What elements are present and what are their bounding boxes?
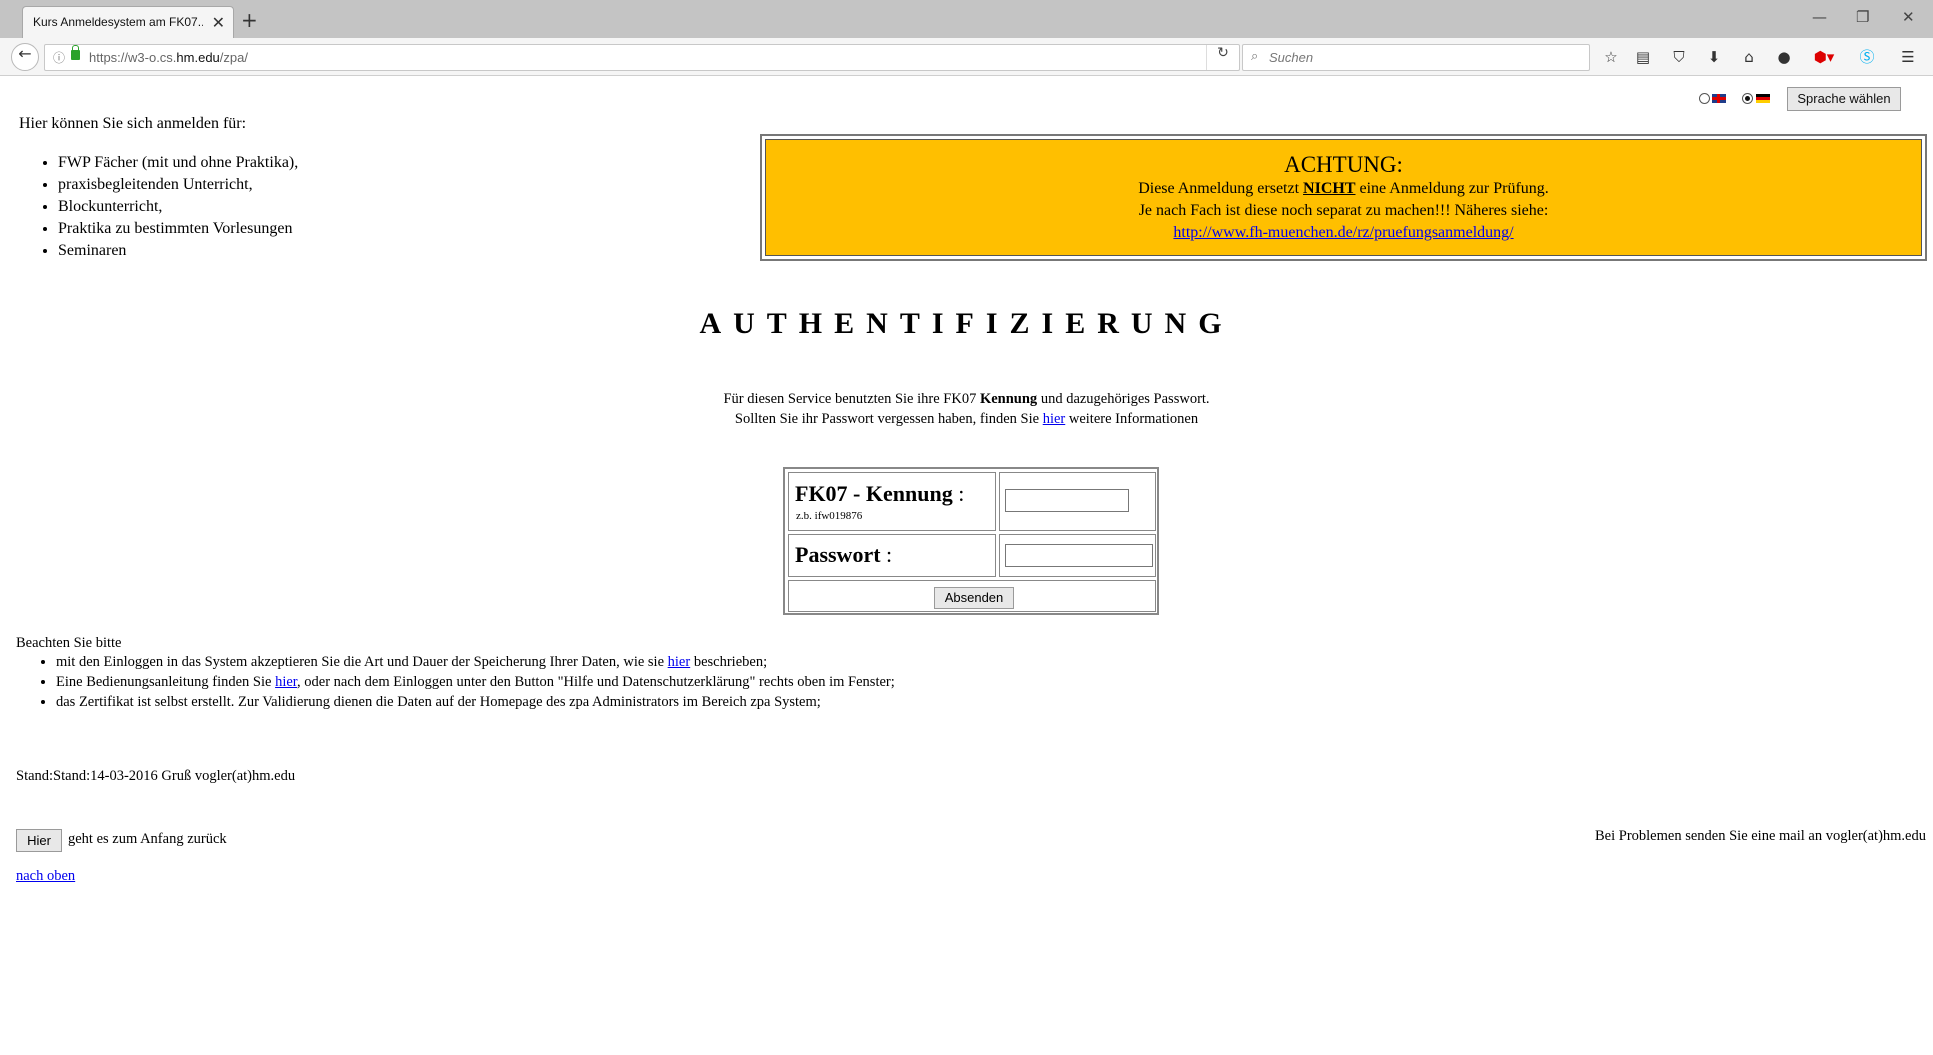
back-arrow-icon: ← (18, 44, 32, 63)
lock-icon (71, 45, 80, 60)
new-tab-icon[interactable]: + (241, 8, 258, 32)
tab-bar: Kurs Anmeldesystem am FK07... ✕ + — ❐ ✕ (0, 0, 1933, 38)
uk-flag-icon (1712, 94, 1726, 103)
notes-list: mit den Einloggen in das System akzeptie… (36, 652, 895, 712)
username-label: FK07 - Kennung : (795, 481, 965, 506)
back-to-top-link[interactable]: nach oben (16, 868, 75, 885)
list-item: Praktika zu bestimmten Vorlesungen (58, 218, 298, 240)
warning-line-2: Je nach Fach ist diese noch separat zu m… (1138, 202, 1549, 219)
intro-list: FWP Fächer (mit und ohne Praktika), prax… (40, 152, 298, 262)
download-icon[interactable]: ⬇ (1703, 47, 1725, 67)
window-close-icon[interactable]: ✕ (1902, 8, 1915, 26)
hier-button[interactable]: Hier (16, 829, 62, 852)
username-hint: z.b. ifw019876 (796, 510, 863, 522)
username-label-cell: FK07 - Kennung : z.b. ifw019876 (788, 472, 996, 531)
tab-title: Kurs Anmeldesystem am FK07... (33, 15, 203, 29)
menu-icon[interactable]: ☰ (1897, 47, 1919, 67)
list-item: das Zertifikat ist selbst erstellt. Zur … (56, 692, 895, 712)
submit-cell: Absenden (788, 580, 1156, 612)
notes-title: Beachten Sie bitte (16, 635, 122, 651)
password-label-cell: Passwort : (788, 534, 996, 577)
username-input[interactable] (1005, 489, 1129, 512)
password-input-cell (999, 534, 1156, 577)
skype-icon[interactable]: Ⓢ (1856, 47, 1878, 67)
search-placeholder: Suchen (1269, 50, 1314, 65)
password-input[interactable] (1005, 544, 1153, 567)
url-bar[interactable]: ⓘ https://w3-o.cs.hm.edu/zpa/ ↻ (44, 44, 1240, 71)
submit-button[interactable]: Absenden (934, 587, 1014, 609)
bookmark-star-icon[interactable]: ☆ (1600, 47, 1622, 67)
home-icon[interactable]: ⌂ (1738, 47, 1760, 67)
exam-registration-link[interactable]: http://www.fh-muenchen.de/rz/pruefungsan… (1173, 224, 1513, 241)
list-item: Eine Bedienungsanleitung finden Sie hier… (56, 672, 895, 692)
minimize-icon[interactable]: — (1812, 8, 1827, 26)
navigation-bar: ← ⓘ https://w3-o.cs.hm.edu/zpa/ ↻ ⌕ Such… (0, 38, 1933, 76)
list-item: Blockunterricht, (58, 196, 298, 218)
restore-icon[interactable]: ❐ (1856, 8, 1869, 26)
back-to-start-text: geht es zum Anfang zurück (68, 831, 227, 847)
pocket-icon[interactable]: ⛉ (1668, 47, 1690, 67)
back-button[interactable]: ← (11, 43, 39, 71)
intro-heading: Hier können Sie sich anmelden für: (19, 115, 247, 132)
search-icon: ⌕ (1251, 49, 1259, 64)
page-content: Sprache wählen Hier können Sie sich anme… (0, 77, 1933, 1055)
warning-box: ACHTUNG: Diese Anmeldung ersetzt NICHT e… (760, 134, 1927, 261)
list-item: praxisbegleitenden Unterricht, (58, 174, 298, 196)
stand-text: Stand:Stand:14-03-2016 Gruß vogler(at)hm… (16, 768, 296, 784)
adblock-icon[interactable]: ⬢▾ (1810, 47, 1838, 67)
close-tab-icon[interactable]: ✕ (212, 13, 225, 32)
reading-list-icon[interactable]: ▤ (1632, 47, 1654, 67)
info-icon[interactable]: ⓘ (53, 49, 65, 66)
login-form: FK07 - Kennung : z.b. ifw019876 Passwort… (783, 467, 1159, 615)
language-selector: Sprache wählen (1699, 87, 1907, 111)
url-text: https://w3-o.cs.hm.edu/zpa/ (89, 50, 248, 65)
german-flag-icon (1756, 94, 1770, 103)
english-radio[interactable] (1699, 93, 1710, 104)
language-button[interactable]: Sprache wählen (1787, 87, 1901, 111)
warning-title: ACHTUNG: (1284, 152, 1403, 177)
problems-text: Bei Problemen senden Sie eine mail an vo… (1595, 828, 1926, 844)
password-help-link[interactable]: hier (1043, 411, 1066, 427)
list-item: FWP Fächer (mit und ohne Praktika), (58, 152, 298, 174)
privacy-link[interactable]: hier (668, 654, 691, 670)
manual-link[interactable]: hier (275, 674, 297, 690)
warning-line-1: Diese Anmeldung ersetzt NICHT eine Anmel… (1138, 180, 1549, 197)
search-bar[interactable]: ⌕ Suchen (1242, 44, 1590, 71)
reload-icon[interactable]: ↻ (1206, 45, 1239, 70)
page-title: AUTHENTIFIZIERUNG (699, 307, 1234, 340)
auth-info: Für diesen Service benutzten Sie ihre FK… (723, 391, 1210, 427)
warning-panel: ACHTUNG: Diese Anmeldung ersetzt NICHT e… (765, 139, 1922, 256)
browser-tab[interactable]: Kurs Anmeldesystem am FK07... ✕ (22, 6, 234, 38)
list-item: Seminaren (58, 240, 298, 262)
username-input-cell (999, 472, 1156, 531)
password-label: Passwort : (795, 542, 893, 567)
german-radio[interactable] (1742, 93, 1753, 104)
list-item: mit den Einloggen in das System akzeptie… (56, 652, 895, 672)
chat-icon[interactable]: ● (1773, 47, 1795, 67)
